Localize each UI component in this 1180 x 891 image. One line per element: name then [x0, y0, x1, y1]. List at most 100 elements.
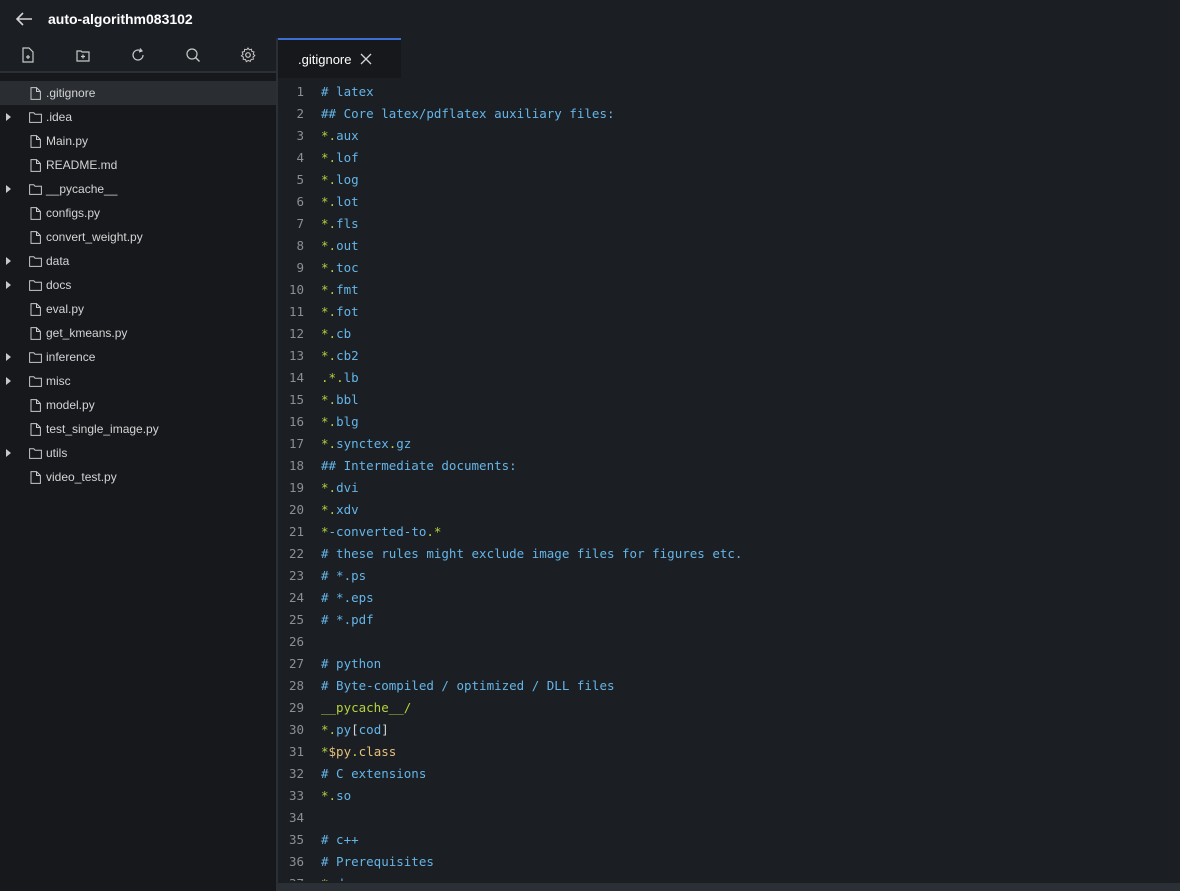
line-number: 13 — [288, 348, 304, 363]
folder-icon — [29, 374, 42, 388]
expand-caret-icon[interactable] — [6, 257, 11, 265]
line-number: 28 — [288, 678, 304, 693]
line-text: # Byte-compiled / optimized / DLL files — [321, 678, 615, 693]
tree-item-test-single-image-py[interactable]: test_single_image.py — [0, 417, 276, 441]
line-number: 32 — [288, 766, 304, 781]
line-text: *.fls — [321, 216, 359, 231]
new-folder-icon — [76, 49, 90, 62]
tree-item-get-kmeans-py[interactable]: get_kmeans.py — [0, 321, 276, 345]
code-line: 9 *.toc — [278, 257, 1180, 279]
new-folder-button[interactable] — [55, 38, 110, 71]
tree-item-main-py[interactable]: Main.py — [0, 129, 276, 153]
expand-caret-icon[interactable] — [6, 353, 11, 361]
search-button[interactable] — [166, 38, 221, 71]
line-text: # these rules might exclude image files … — [321, 546, 743, 561]
tree-item-label: convert_weight.py — [46, 230, 143, 244]
folder-icon — [29, 254, 42, 268]
line-number: 37 — [278, 873, 304, 881]
folder-icon — [29, 278, 42, 292]
code-line: 3 *.aux — [278, 125, 1180, 147]
tree-item-docs[interactable]: docs — [0, 273, 276, 297]
tab-label: .gitignore — [298, 51, 352, 67]
settings-button[interactable] — [221, 38, 276, 71]
expand-caret-icon[interactable] — [6, 281, 11, 289]
file-explorer: .gitignore .idea Main.py README.md __pycache… — [0, 38, 276, 891]
code-line: 32 # C extensions — [278, 763, 1180, 785]
code-line: 5 *.log — [278, 169, 1180, 191]
tree-item-video-test-py[interactable]: video_test.py — [0, 465, 276, 489]
line-text: *.out — [321, 238, 359, 253]
line-text: *.lof — [321, 150, 359, 165]
line-number: 26 — [288, 634, 304, 649]
tab-bar: .gitignore — [278, 38, 1180, 78]
file-icon — [29, 422, 42, 436]
line-number: 33 — [288, 788, 304, 803]
tree-item-label: video_test.py — [46, 470, 117, 484]
line-text: # c++ — [321, 832, 359, 847]
code-line: 13 *.cb2 — [278, 345, 1180, 367]
tree-item-label: eval.py — [46, 302, 85, 316]
expand-caret-icon[interactable] — [6, 185, 11, 193]
line-text: __pycache__/ — [321, 700, 412, 715]
line-text: *$py.class — [321, 744, 397, 759]
file-icon — [29, 470, 42, 484]
code-line: 12 *.cb — [278, 323, 1180, 345]
tree-item-misc[interactable]: misc — [0, 369, 276, 393]
code-line: 1 # latex — [278, 81, 1180, 103]
tree-item-data[interactable]: data — [0, 249, 276, 273]
gear-icon — [241, 46, 256, 62]
tree-item-convert-weight-py[interactable]: convert_weight.py — [0, 225, 276, 249]
file-tree: .gitignore .idea Main.py README.md __pycache… — [0, 73, 276, 489]
code-line: 10 *.fmt — [278, 279, 1180, 301]
arrow-left-icon — [15, 12, 32, 26]
code-line: 8 *.out — [278, 235, 1180, 257]
tree-item-eval-py[interactable]: eval.py — [0, 297, 276, 321]
close-tab-button[interactable] — [359, 52, 373, 66]
tree-item-idea[interactable]: .idea — [0, 105, 276, 129]
tree-item-label: .gitignore — [46, 86, 96, 100]
line-text: .*.lb — [321, 370, 359, 385]
horizontal-scrollbar[interactable] — [278, 883, 1180, 891]
code-line: 11 *.fot — [278, 301, 1180, 323]
code-line: 36 # Prerequisites — [278, 851, 1180, 873]
project-title: auto-algorithm083102 — [48, 11, 193, 27]
tree-item-label: test_single_image.py — [46, 422, 159, 436]
line-number: 24 — [288, 590, 304, 605]
line-number: 11 — [288, 304, 304, 319]
tree-item-model-py[interactable]: model.py — [0, 393, 276, 417]
tree-item-label: model.py — [46, 398, 95, 412]
code-line: 29 __pycache__/ — [278, 697, 1180, 719]
file-icon — [29, 134, 42, 148]
line-number: 10 — [288, 282, 304, 297]
code-line: 7 *.fls — [278, 213, 1180, 235]
back-button[interactable] — [12, 7, 36, 31]
tree-item-utils[interactable]: utils — [0, 441, 276, 465]
line-text: *.so — [321, 788, 352, 803]
line-number: 23 — [288, 568, 304, 583]
expand-caret-icon[interactable] — [6, 377, 11, 385]
tab-gitignore[interactable]: .gitignore — [278, 38, 401, 78]
tree-item-readme-md[interactable]: README.md — [0, 153, 276, 177]
refresh-button[interactable] — [110, 38, 165, 71]
tree-item-configs-py[interactable]: configs.py — [0, 201, 276, 225]
line-number: 19 — [288, 480, 304, 495]
tree-item-pycache[interactable]: __pycache__ — [0, 177, 276, 201]
line-number: 7 — [296, 216, 304, 231]
line-number: 2 — [296, 106, 304, 121]
tree-item-label: Main.py — [46, 134, 89, 148]
new-file-icon — [21, 46, 34, 63]
code-line: 23 # *.ps — [278, 565, 1180, 587]
line-text: *.xdv — [321, 502, 359, 517]
tree-item-label: configs.py — [46, 206, 101, 220]
tree-item-gitignore[interactable]: .gitignore — [0, 81, 276, 105]
tree-item-inference[interactable]: inference — [0, 345, 276, 369]
line-text: *.fot — [321, 304, 359, 319]
tree-item-label: misc — [46, 374, 71, 388]
new-file-button[interactable] — [0, 38, 55, 71]
expand-caret-icon[interactable] — [6, 113, 11, 121]
line-number: 8 — [296, 238, 304, 253]
code-line: 26 — [278, 631, 1180, 653]
expand-caret-icon[interactable] — [6, 449, 11, 457]
code-editor[interactable]: 1 # latex 2 ## Core latex/pdflatex auxiliar… — [278, 81, 1180, 881]
line-number: 17 — [288, 436, 304, 451]
